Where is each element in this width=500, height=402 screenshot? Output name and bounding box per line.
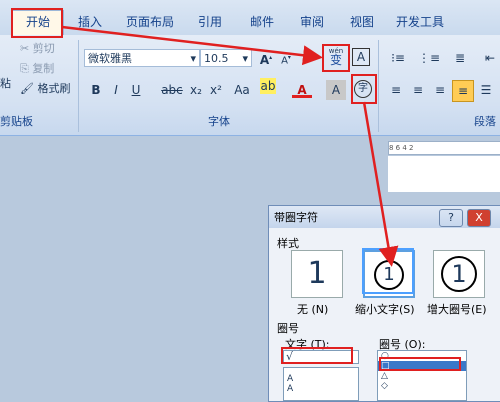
- annotation-arrows: [61, 25, 399, 267]
- arrow-line: [362, 101, 399, 267]
- arrow-line: [61, 25, 323, 66]
